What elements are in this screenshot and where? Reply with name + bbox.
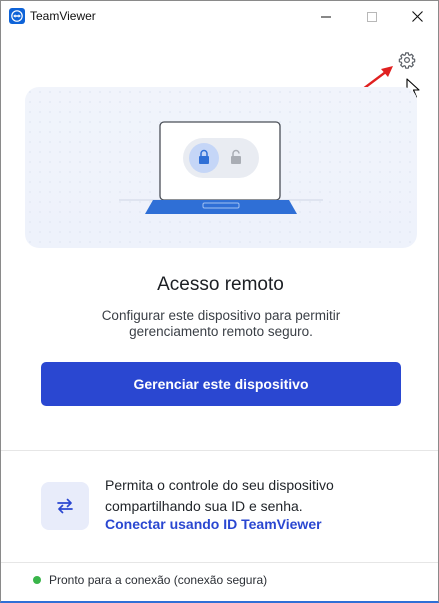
close-button[interactable]	[394, 1, 439, 32]
page-description: Configurar este dispositivo para permiti…	[101, 308, 341, 339]
minimize-icon	[321, 16, 331, 17]
connect-icon-tile	[41, 482, 89, 530]
divider	[1, 562, 438, 563]
swap-arrows-icon	[57, 498, 73, 514]
connection-status: Pronto para a conexão (conexão segura)	[33, 573, 267, 587]
laptop-icon	[119, 121, 323, 214]
manage-device-button[interactable]: Gerenciar este dispositivo	[41, 362, 401, 406]
minimize-button[interactable]	[303, 1, 349, 32]
connect-with-id-link[interactable]: Conectar usando ID TeamViewer	[105, 516, 322, 532]
maximize-icon	[367, 11, 377, 22]
status-text: Pronto para a conexão (conexão segura)	[49, 573, 268, 587]
maximize-button[interactable]	[349, 1, 395, 32]
page-title: Acesso remoto	[157, 274, 284, 295]
divider	[1, 450, 438, 451]
teamviewer-logo-icon	[9, 8, 25, 24]
hero-illustration	[25, 87, 417, 248]
title-bar[interactable]: TeamViewer	[1, 1, 438, 32]
status-indicator-icon	[33, 576, 41, 584]
app-window: TeamViewer Acesso remoto Configurar este…	[0, 0, 439, 603]
close-icon	[411, 11, 423, 22]
connect-description: Permita o controle do seu dispositivo co…	[105, 477, 334, 514]
window-title: TeamViewer	[30, 9, 96, 23]
